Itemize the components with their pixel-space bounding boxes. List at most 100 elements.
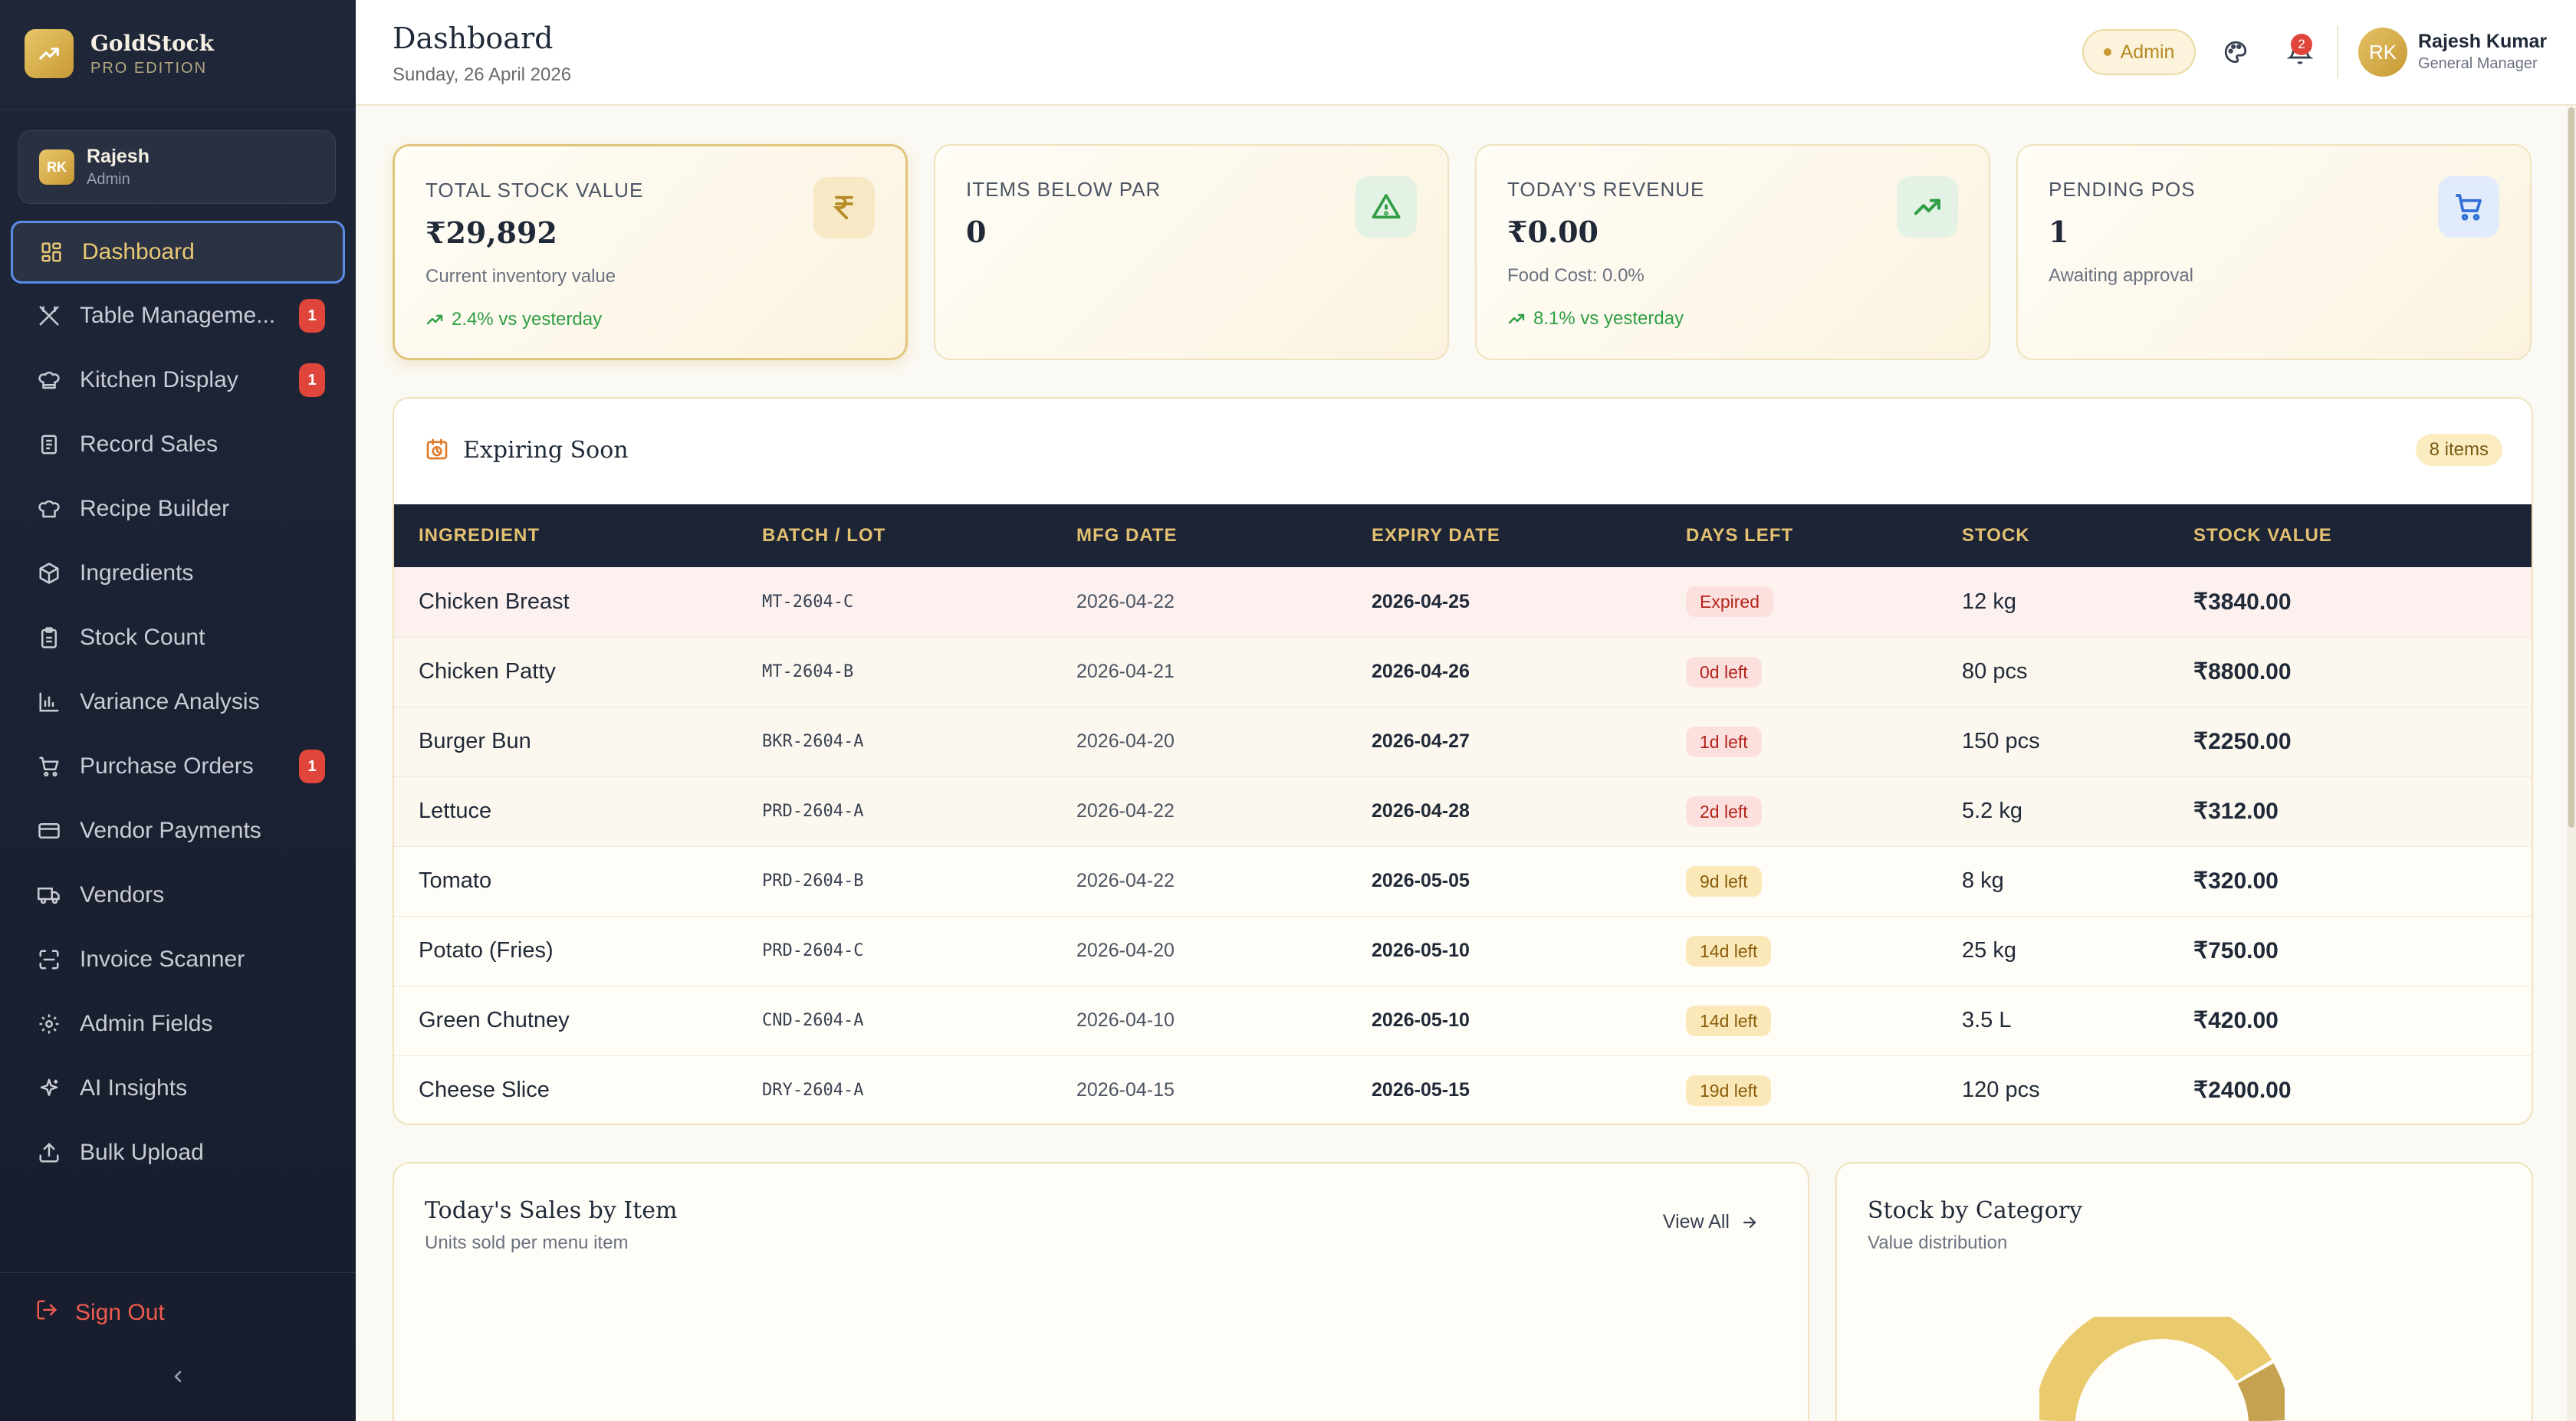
stat-subtext: Current inventory value [426, 266, 616, 287]
sidebar-item-label: Stock Count [80, 625, 205, 650]
stat-label: TODAY'S REVENUE [1507, 178, 1705, 201]
sidebar-item-invoice-scanner[interactable]: Invoice Scanner [11, 927, 345, 992]
view-all-link[interactable]: View All [1663, 1211, 1759, 1233]
card-title: Today's Sales by Item [425, 1197, 678, 1224]
stat-card-total-stock-value[interactable]: TOTAL STOCK VALUE ₹29,892 Current invent… [393, 144, 908, 360]
column-header[interactable]: STOCK [1962, 504, 2193, 567]
stat-value: 1 [2049, 215, 2069, 249]
stat-card-items-below-par[interactable]: ITEMS BELOW PAR 0 [934, 144, 1449, 360]
mfg-date-cell: 2026-04-21 [1076, 661, 1175, 682]
stock-cell: 150 pcs [1962, 729, 2040, 753]
avatar[interactable]: RK [2358, 28, 2407, 77]
card-subtitle: Value distribution [1868, 1232, 2008, 1253]
column-header[interactable]: EXPIRY DATE [1372, 504, 1686, 567]
trending-up-icon [1508, 313, 1525, 324]
sign-out-button[interactable]: Sign Out [35, 1298, 165, 1327]
sidebar-item-dashboard[interactable]: Dashboard [11, 221, 345, 284]
trending-up-icon [25, 29, 74, 78]
expiry-date-cell: 2026-05-10 [1372, 940, 1470, 961]
ingredient-cell: Green Chutney [419, 1008, 570, 1032]
mfg-date-cell: 2026-04-15 [1076, 1079, 1175, 1101]
divider [2337, 26, 2338, 78]
count-badge: 1 [299, 750, 325, 783]
table-row[interactable]: Chicken Breast MT-2604-C 2026-04-22 2026… [394, 567, 2532, 637]
sidebar-item-purchase-orders[interactable]: Purchase Orders 1 [11, 734, 345, 799]
sidebar-item-label: Record Sales [80, 432, 219, 457]
status-badge: Expired [1686, 586, 1773, 618]
stat-subtext: Food Cost: 0.0% [1507, 265, 1644, 286]
sidebar-item-table-management[interactable]: Table Manageme... 1 [11, 284, 345, 348]
table-row[interactable]: Chicken Patty MT-2604-B 2026-04-21 2026-… [394, 637, 2532, 707]
top-header: Dashboard Sunday, 26 April 2026 Admin 2 … [356, 0, 2576, 106]
column-header[interactable]: STOCK VALUE [2193, 504, 2532, 567]
status-badge: 0d left [1686, 656, 1762, 688]
notification-badge: 2 [2291, 34, 2312, 55]
sidebar-item-record-sales[interactable]: Record Sales [11, 412, 345, 477]
sidebar-user-card[interactable]: RK Rajesh Admin [18, 130, 336, 204]
sidebar-item-label: Admin Fields [80, 1011, 213, 1036]
calendar-clock-icon [425, 437, 449, 465]
stat-card-todays-revenue[interactable]: TODAY'S REVENUE ₹0.00 Food Cost: 0.0% 8.… [1475, 144, 1990, 360]
role-pill[interactable]: Admin [2082, 29, 2196, 75]
sidebar-item-label: Dashboard [82, 239, 195, 264]
stock-cell: 120 pcs [1962, 1078, 2040, 1103]
table-row[interactable]: Burger Bun BKR-2604-A 2026-04-20 2026-04… [394, 707, 2532, 776]
sidebar-item-label: Vendors [80, 882, 165, 907]
sidebar-item-kitchen-display[interactable]: Kitchen Display 1 [11, 348, 345, 412]
donut-chart [2039, 1317, 2285, 1421]
table-row[interactable]: Green Chutney CND-2604-A 2026-04-10 2026… [394, 986, 2532, 1055]
column-header[interactable]: DAYS LEFT [1686, 504, 1962, 567]
sidebar-item-vendors[interactable]: Vendors [11, 863, 345, 927]
sidebar-item-ai-insights[interactable]: AI Insights [11, 1056, 345, 1121]
scan-icon [37, 947, 61, 972]
header-user-role: General Manager [2418, 55, 2538, 72]
sidebar-item-ingredients[interactable]: Ingredients [11, 541, 345, 605]
table-row[interactable]: Tomato PRD-2604-B 2026-04-22 2026-05-05 … [394, 846, 2532, 916]
stock-value-cell: ₹2250.00 [2193, 729, 2292, 754]
stat-card-pending-pos[interactable]: PENDING POS 1 Awaiting approval [2016, 144, 2532, 360]
mfg-date-cell: 2026-04-22 [1076, 870, 1175, 891]
sidebar-item-variance-analysis[interactable]: Variance Analysis [11, 670, 345, 734]
divider [0, 1272, 356, 1273]
stat-label: PENDING POS [2049, 178, 2196, 201]
panel-title: Expiring Soon [463, 437, 629, 464]
table-row[interactable]: Cheese Slice DRY-2604-A 2026-04-15 2026-… [394, 1055, 2532, 1124]
ingredient-cell: Chicken Breast [419, 589, 570, 614]
column-header[interactable]: BATCH / LOT [762, 504, 1076, 567]
sidebar-item-bulk-upload[interactable]: Bulk Upload [11, 1121, 345, 1185]
stock-value-cell: ₹750.00 [2193, 938, 2279, 963]
days-left-cell: 1d left [1686, 707, 1962, 776]
scrollbar-thumb[interactable] [2568, 107, 2574, 828]
ingredient-cell: Cheese Slice [419, 1078, 550, 1103]
card-title: Stock by Category [1868, 1197, 2083, 1224]
table-row[interactable]: Lettuce PRD-2604-A 2026-04-22 2026-04-28… [394, 776, 2532, 846]
days-left-cell: 0d left [1686, 637, 1962, 707]
sidebar-item-admin-fields[interactable]: Admin Fields [11, 992, 345, 1056]
days-left-cell: Expired [1686, 567, 1962, 637]
days-left-cell: 19d left [1686, 1055, 1962, 1124]
sidebar-item-stock-count[interactable]: Stock Count [11, 605, 345, 670]
trending-up-icon [426, 314, 443, 325]
sidebar-item-label: Recipe Builder [80, 496, 230, 521]
brand[interactable]: GoldStock PRO EDITION [25, 29, 214, 78]
count-badge: 1 [299, 299, 325, 333]
column-header[interactable]: INGREDIENT [394, 504, 762, 567]
column-header[interactable]: MFG DATE [1076, 504, 1372, 567]
gear-icon [37, 1012, 61, 1036]
box-icon [37, 561, 61, 586]
chevron-left-icon [169, 1367, 187, 1390]
stock-cell: 5.2 kg [1962, 799, 2022, 823]
expiring-table: INGREDIENT BATCH / LOT MFG DATE EXPIRY D… [394, 504, 2532, 1124]
sidebar-nav: Dashboard Table Manageme... 1 Kitchen Di… [11, 221, 345, 1185]
stat-trend-label: 2.4% vs yesterday [452, 309, 603, 330]
sidebar-item-vendor-payments[interactable]: Vendor Payments [11, 799, 345, 863]
expiry-date-cell: 2026-05-10 [1372, 1009, 1470, 1031]
palette-icon[interactable] [2220, 37, 2251, 67]
sidebar-item-label: Vendor Payments [80, 818, 261, 843]
sidebar-item-recipe-builder[interactable]: Recipe Builder [11, 477, 345, 541]
days-left-cell: 2d left [1686, 776, 1962, 846]
sparkles-icon [37, 1076, 61, 1101]
collapse-sidebar-button[interactable] [166, 1366, 190, 1390]
table-row[interactable]: Potato (Fries) PRD-2604-C 2026-04-20 202… [394, 916, 2532, 986]
sidebar-item-label: Ingredients [80, 560, 194, 586]
